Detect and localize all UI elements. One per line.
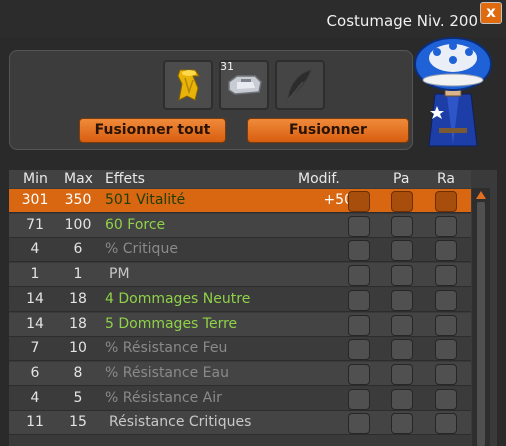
max-value: 8: [73, 364, 83, 381]
table-row[interactable]: 7 10 % Résistance Feu: [9, 337, 471, 362]
fusion-panel: 31 Fusionner tout Fusionner: [9, 50, 413, 150]
max-value: 10: [69, 340, 87, 357]
modif-rune-slot[interactable]: [348, 265, 370, 287]
pa-rune-slot[interactable]: [391, 314, 413, 336]
effect-label: % Résistance Feu: [105, 340, 228, 357]
merge-all-button[interactable]: Fusionner tout: [79, 118, 226, 143]
header-ra[interactable]: Ra: [437, 171, 455, 187]
ra-rune-slot[interactable]: [435, 388, 457, 410]
feather-placeholder-icon: [287, 69, 312, 102]
pa-rune-slot[interactable]: [391, 265, 413, 287]
ra-rune-slot[interactable]: [435, 289, 457, 311]
title-bar: Costumage Niv. 200: [0, 0, 506, 37]
table-row[interactable]: 71 100 60 Force: [9, 213, 471, 238]
pa-rune-slot[interactable]: [391, 240, 413, 262]
min-value: 1: [30, 266, 40, 283]
effect-label: PM: [109, 266, 130, 283]
modif-rune-slot[interactable]: [348, 191, 370, 212]
item-slot-gauntlet[interactable]: 31: [219, 60, 269, 110]
table-row[interactable]: 11 15 Résistance Critiques: [9, 411, 471, 436]
modif-rune-slot[interactable]: [348, 240, 370, 262]
modif-value: +50: [323, 192, 353, 208]
modif-rune-slot[interactable]: [348, 388, 370, 410]
table-row[interactable]: 14 18 5 Dommages Terre: [9, 312, 471, 337]
close-button[interactable]: x: [480, 2, 502, 24]
max-value: 350: [64, 192, 92, 208]
pa-rune-slot[interactable]: [391, 215, 413, 237]
min-value: 7: [30, 340, 40, 357]
ra-rune-slot[interactable]: [435, 215, 457, 237]
ra-rune-slot[interactable]: [435, 265, 457, 287]
max-value: 100: [64, 216, 92, 233]
modif-rune-slot[interactable]: [348, 339, 370, 361]
table-row[interactable]: 4 5 % Résistance Air: [9, 386, 471, 411]
effect-label: 4 Dommages Neutre: [105, 290, 251, 307]
max-value: 18: [69, 290, 87, 307]
table-row[interactable]: 4 6 % Critique: [9, 238, 471, 263]
ra-rune-slot[interactable]: [435, 339, 457, 361]
scrollbar-thumb[interactable]: [477, 202, 485, 446]
min-value: 14: [26, 290, 44, 307]
max-value: 15: [69, 414, 87, 431]
table-row[interactable]: 301 350 501 Vitalité +50: [9, 189, 471, 213]
modif-rune-slot[interactable]: [348, 314, 370, 336]
item-slot-empty[interactable]: [275, 60, 325, 110]
min-value: 14: [26, 315, 44, 332]
effect-label: 501 Vitalité: [105, 192, 186, 208]
header-pa[interactable]: Pa: [393, 171, 409, 187]
pa-rune-slot[interactable]: [391, 413, 413, 435]
modif-rune-slot[interactable]: [348, 363, 370, 385]
table-row[interactable]: 6 8 % Résistance Eau: [9, 361, 471, 386]
effect-label: Résistance Critiques: [109, 414, 252, 431]
min-value: 71: [26, 216, 44, 233]
max-value: 1: [73, 266, 83, 283]
ra-rune-slot[interactable]: [435, 314, 457, 336]
min-value: 4: [30, 241, 40, 258]
ra-rune-slot[interactable]: [435, 363, 457, 385]
min-value: 11: [26, 414, 44, 431]
effect-label: 60 Force: [105, 216, 166, 233]
min-value: 6: [30, 364, 40, 381]
header-modif[interactable]: Modif.: [298, 171, 340, 187]
effect-label: % Résistance Air: [105, 389, 222, 406]
header-min[interactable]: Min: [23, 171, 48, 187]
table-row[interactable]: 1 1 PM: [9, 263, 471, 288]
table-header: Min Max Effets Modif. Pa Ra: [9, 170, 471, 188]
scroll-up-arrow-icon[interactable]: [475, 190, 487, 200]
item-count: 31: [220, 60, 234, 73]
header-effects[interactable]: Effets: [105, 171, 145, 187]
ra-rune-slot[interactable]: [435, 240, 457, 262]
max-value: 5: [73, 389, 83, 406]
modif-rune-slot[interactable]: [348, 289, 370, 311]
modif-rune-slot[interactable]: [348, 413, 370, 435]
effects-table: Min Max Effets Modif. Pa Ra 301 350 501 Vi…: [9, 170, 497, 446]
ra-rune-slot[interactable]: [435, 191, 457, 212]
max-value: 18: [69, 315, 87, 332]
pa-rune-slot[interactable]: [391, 388, 413, 410]
effect-label: % Résistance Eau: [105, 364, 229, 381]
pa-rune-slot[interactable]: [391, 289, 413, 311]
max-value: 6: [73, 241, 83, 258]
modif-rune-slot[interactable]: [348, 215, 370, 237]
pa-rune-slot[interactable]: [391, 191, 413, 212]
min-value: 301: [21, 192, 49, 208]
header-max[interactable]: Max: [64, 171, 93, 187]
item-slot-cloak[interactable]: [163, 60, 213, 110]
yellow-cloak-item-icon: [177, 69, 200, 101]
effect-label: % Critique: [105, 241, 178, 258]
pa-rune-slot[interactable]: [391, 363, 413, 385]
effect-label: 5 Dommages Terre: [105, 315, 238, 332]
merge-button[interactable]: Fusionner: [247, 118, 409, 143]
min-value: 4: [30, 389, 40, 406]
character-avatar: [414, 37, 492, 147]
table-row[interactable]: 14 18 4 Dommages Neutre: [9, 287, 471, 312]
pa-rune-slot[interactable]: [391, 339, 413, 361]
ra-rune-slot[interactable]: [435, 413, 457, 435]
window-title: Costumage Niv. 200: [326, 12, 478, 30]
